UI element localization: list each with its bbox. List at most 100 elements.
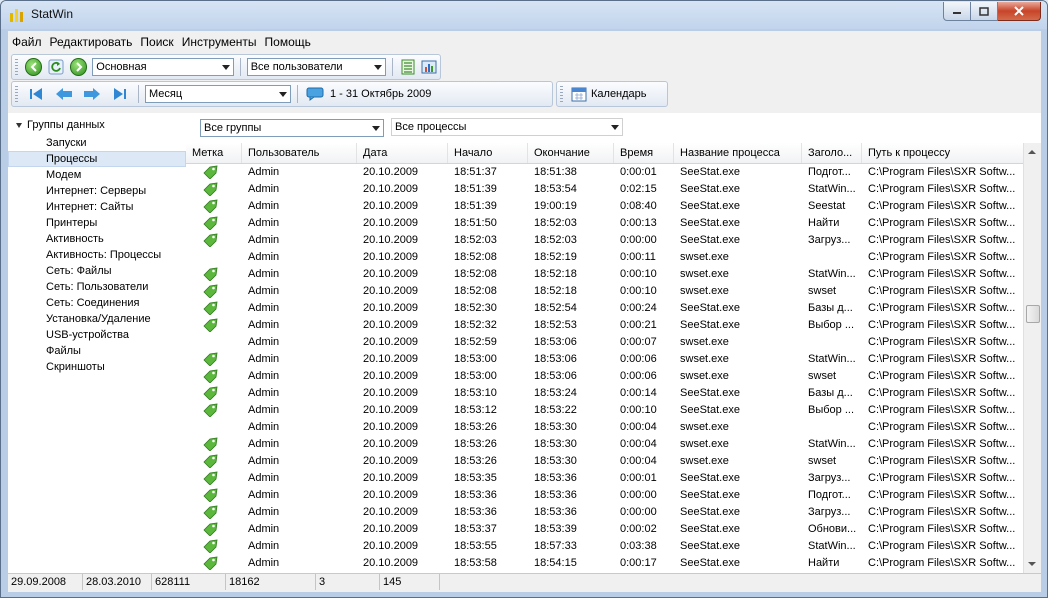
scroll-up-icon[interactable] (1028, 150, 1036, 154)
close-button[interactable] (998, 2, 1041, 21)
table-row[interactable]: Admin 20.10.2009 18:51:39 18:53:54 0:02:15 Se… (186, 181, 1024, 198)
date-range[interactable]: 1 - 31 Октябрь 2009 (306, 87, 431, 101)
processes-filter-select[interactable]: Все процессы (391, 118, 623, 136)
table-row[interactable]: Admin 20.10.2009 18:52:59 18:53:06 0:00:07 sw… (186, 334, 1024, 351)
tree-item-screenshots[interactable]: Скриншоты (8, 359, 186, 375)
duration-cell: 0:00:13 (620, 217, 657, 229)
tree-item-launches[interactable]: Запуски (8, 135, 186, 151)
table-row[interactable]: Admin 20.10.2009 18:52:08 18:52:18 0:00:10 sw… (186, 266, 1024, 283)
tag-cell (186, 453, 242, 470)
toolbar-main: Основная Все пользователи (11, 54, 441, 80)
process-name-cell: swset.exe (680, 370, 729, 382)
calendar-button[interactable]: Календарь (571, 86, 647, 102)
table-row[interactable]: Admin 20.10.2009 18:52:03 18:52:03 0:00:00 Se… (186, 232, 1024, 249)
table-row[interactable]: Admin 20.10.2009 18:53:35 18:53:36 0:00:01 Se… (186, 470, 1024, 487)
table-row[interactable]: Admin 20.10.2009 18:53:12 18:53:22 0:00:10 Se… (186, 402, 1024, 419)
toolbar-grip[interactable] (15, 86, 18, 102)
table-row[interactable]: Admin 20.10.2009 18:53:26 18:53:30 0:00:04 sw… (186, 453, 1024, 470)
arrow-left-icon (56, 88, 72, 100)
table-row[interactable]: Admin 20.10.2009 18:51:39 19:00:19 0:08:40 Se… (186, 198, 1024, 215)
tree-item-network-users[interactable]: Сеть: Пользователи (8, 279, 186, 295)
column-header-window-title[interactable]: Заголо... (802, 143, 862, 163)
column-header-user[interactable]: Пользователь (242, 143, 357, 163)
tree-item-printers[interactable]: Принтеры (8, 215, 186, 231)
menu-file[interactable]: Файл (8, 35, 46, 49)
toolbar-grip[interactable] (560, 86, 563, 102)
previous-period-button[interactable] (53, 85, 75, 103)
column-header-start[interactable]: Начало (448, 143, 528, 163)
tree-item-internet-sites[interactable]: Интернет: Сайты (8, 199, 186, 215)
tag-icon (203, 369, 218, 384)
last-period-button[interactable] (109, 85, 131, 103)
menu-search[interactable]: Поиск (136, 35, 177, 49)
profile-select[interactable]: Основная (92, 58, 234, 76)
table-row[interactable]: Admin 20.10.2009 18:53:26 18:53:30 0:00:04 sw… (186, 419, 1024, 436)
table-row[interactable]: Admin 20.10.2009 18:52:30 18:52:54 0:00:24 Se… (186, 300, 1024, 317)
period-select[interactable]: Месяц (145, 85, 291, 103)
window-title-cell (802, 334, 862, 351)
scroll-down-icon[interactable] (1028, 562, 1036, 566)
toolbar-grip[interactable] (15, 59, 18, 75)
minimize-button[interactable] (943, 2, 971, 21)
refresh-button[interactable] (47, 58, 64, 76)
column-header-date[interactable]: Дата (357, 143, 448, 163)
status-field-2: 28.03.2010 (83, 574, 152, 590)
tree-item-files[interactable]: Файлы (8, 343, 186, 359)
tree-item-activity[interactable]: Активность (8, 231, 186, 247)
tree-item-network-files[interactable]: Сеть: Файлы (8, 263, 186, 279)
column-header-process-name[interactable]: Название процесса (674, 143, 802, 163)
menu-tools[interactable]: Инструменты (178, 35, 261, 49)
chart-view-button[interactable] (421, 58, 438, 76)
table-row[interactable]: Admin 20.10.2009 18:52:08 18:52:19 0:00:11 sw… (186, 249, 1024, 266)
table-row[interactable]: Admin 20.10.2009 18:53:26 18:53:30 0:00:04 sw… (186, 436, 1024, 453)
table-row[interactable]: Admin 20.10.2009 18:53:36 18:53:36 0:00:00 Se… (186, 487, 1024, 504)
tree-item-modem[interactable]: Модем (8, 167, 186, 183)
vertical-scrollbar[interactable] (1023, 143, 1041, 573)
first-period-button[interactable] (25, 85, 47, 103)
end-cell: 18:52:54 (534, 302, 577, 314)
table-row[interactable]: Admin 20.10.2009 18:53:55 18:57:33 0:03:38 Se… (186, 538, 1024, 555)
table-row[interactable]: Admin 20.10.2009 18:52:32 18:52:53 0:00:21 Se… (186, 317, 1024, 334)
table-row[interactable]: Admin 20.10.2009 18:53:10 18:53:24 0:00:14 Se… (186, 385, 1024, 402)
column-header-end[interactable]: Окончание (528, 143, 614, 163)
menu-help[interactable]: Помощь (261, 35, 315, 49)
table-row[interactable]: Admin 20.10.2009 18:53:00 18:53:06 0:00:06 sw… (186, 351, 1024, 368)
duration-cell: 0:00:10 (620, 404, 657, 416)
back-button[interactable] (24, 58, 43, 76)
user-cell: Admin (248, 540, 280, 552)
table-row[interactable]: Admin 20.10.2009 18:53:00 18:53:06 0:00:06 sw… (186, 368, 1024, 385)
menu-edit[interactable]: Редактировать (46, 35, 137, 49)
table-row[interactable]: Admin 20.10.2009 18:53:58 18:54:15 0:00:17 Se… (186, 555, 1024, 572)
next-period-button[interactable] (81, 85, 103, 103)
scroll-thumb[interactable] (1026, 305, 1040, 323)
date-cell: 20.10.2009 (363, 523, 419, 535)
process-name-cell: SeeStat.exe (680, 472, 740, 484)
tree-item-usb-devices[interactable]: USB-устройства (8, 327, 186, 343)
tree-item-internet-servers[interactable]: Интернет: Серверы (8, 183, 186, 199)
users-select[interactable]: Все пользователи (246, 58, 387, 76)
tree-item-activity-processes[interactable]: Активность: Процессы (8, 247, 186, 263)
groups-filter-select[interactable]: Все группы (200, 119, 384, 137)
column-header-process-path[interactable]: Путь к процессу (862, 143, 1024, 163)
column-header-tag[interactable]: Метка (186, 143, 242, 163)
table-row[interactable]: Admin 20.10.2009 18:52:08 18:52:18 0:00:10 sw… (186, 283, 1024, 300)
tree-item-processes[interactable]: Процессы (8, 151, 186, 167)
tree-item-network-connections[interactable]: Сеть: Соединения (8, 295, 186, 311)
end-cell: 18:53:36 (534, 489, 577, 501)
column-header-duration[interactable]: Время (614, 143, 674, 163)
tree-item-install-remove[interactable]: Установка/Удаление (8, 311, 186, 327)
end-cell: 18:53:06 (534, 353, 577, 365)
table-row[interactable]: Admin 20.10.2009 18:51:50 18:52:03 0:00:13 Se… (186, 215, 1024, 232)
window-title-cell: swset (808, 370, 837, 382)
table-row[interactable]: Admin 20.10.2009 18:53:37 18:53:39 0:00:02 Se… (186, 521, 1024, 538)
title-bar[interactable]: StatWin (1, 1, 1047, 29)
user-cell: Admin (248, 234, 280, 246)
table-row[interactable]: Admin 20.10.2009 18:51:37 18:51:38 0:00:01 Se… (186, 164, 1024, 181)
tree-root[interactable]: Группы данных (16, 119, 105, 131)
maximize-button[interactable] (971, 2, 998, 21)
list-view-button[interactable] (399, 58, 416, 76)
table-row[interactable]: Admin 20.10.2009 18:53:36 18:53:36 0:00:00 Se… (186, 504, 1024, 521)
table-body: Admin 20.10.2009 18:51:37 18:51:38 0:00:01 Se… (186, 164, 1024, 572)
forward-button[interactable] (69, 58, 88, 76)
user-cell: Admin (248, 285, 280, 297)
